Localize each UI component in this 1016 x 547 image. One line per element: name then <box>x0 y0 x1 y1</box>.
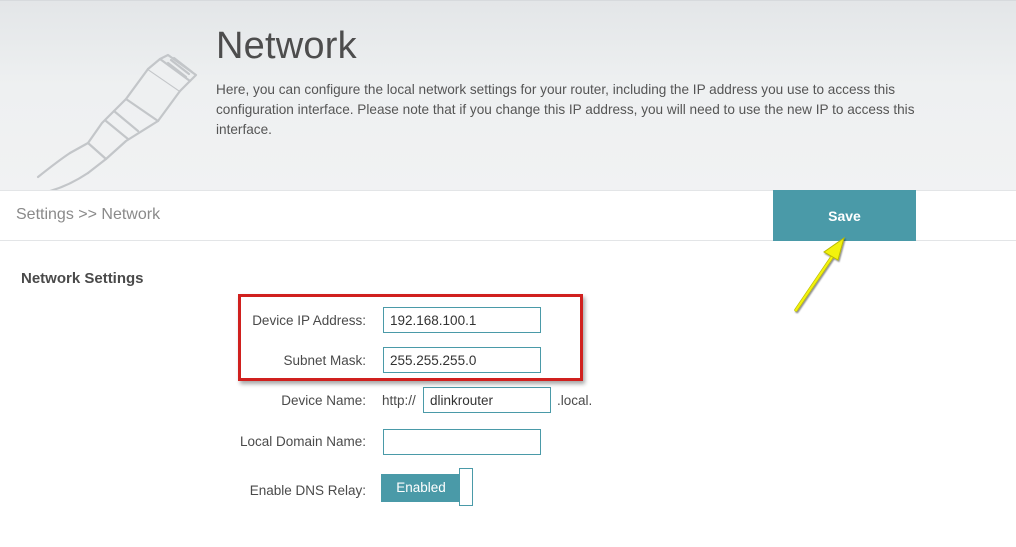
toggle-knob[interactable] <box>459 468 473 506</box>
dns-relay-toggle[interactable]: Enabled <box>381 468 473 506</box>
device-name-suffix: .local. <box>557 393 593 408</box>
page-title: Network <box>216 25 357 67</box>
breadcrumb-bar: Settings >> Network Save <box>0 190 1016 241</box>
page-description: Here, you can configure the local networ… <box>216 82 915 137</box>
section-title: Network Settings <box>21 270 144 287</box>
pointer-arrow-icon <box>794 236 845 312</box>
device-name-input[interactable] <box>423 387 551 413</box>
device-name-label: Device Name: <box>281 393 366 408</box>
local-domain-input[interactable] <box>383 429 541 455</box>
local-domain-label: Local Domain Name: <box>239 434 366 449</box>
page-header: Network Here, you can configure the loca… <box>0 0 1016 191</box>
device-name-prefix: http:// <box>382 393 416 408</box>
highlight-box <box>238 294 583 381</box>
ethernet-cable-icon <box>36 53 198 191</box>
dns-relay-label: Enable DNS Relay: <box>249 483 366 498</box>
breadcrumb: Settings >> Network <box>16 206 161 223</box>
toggle-state-label: Enabled <box>396 480 446 495</box>
